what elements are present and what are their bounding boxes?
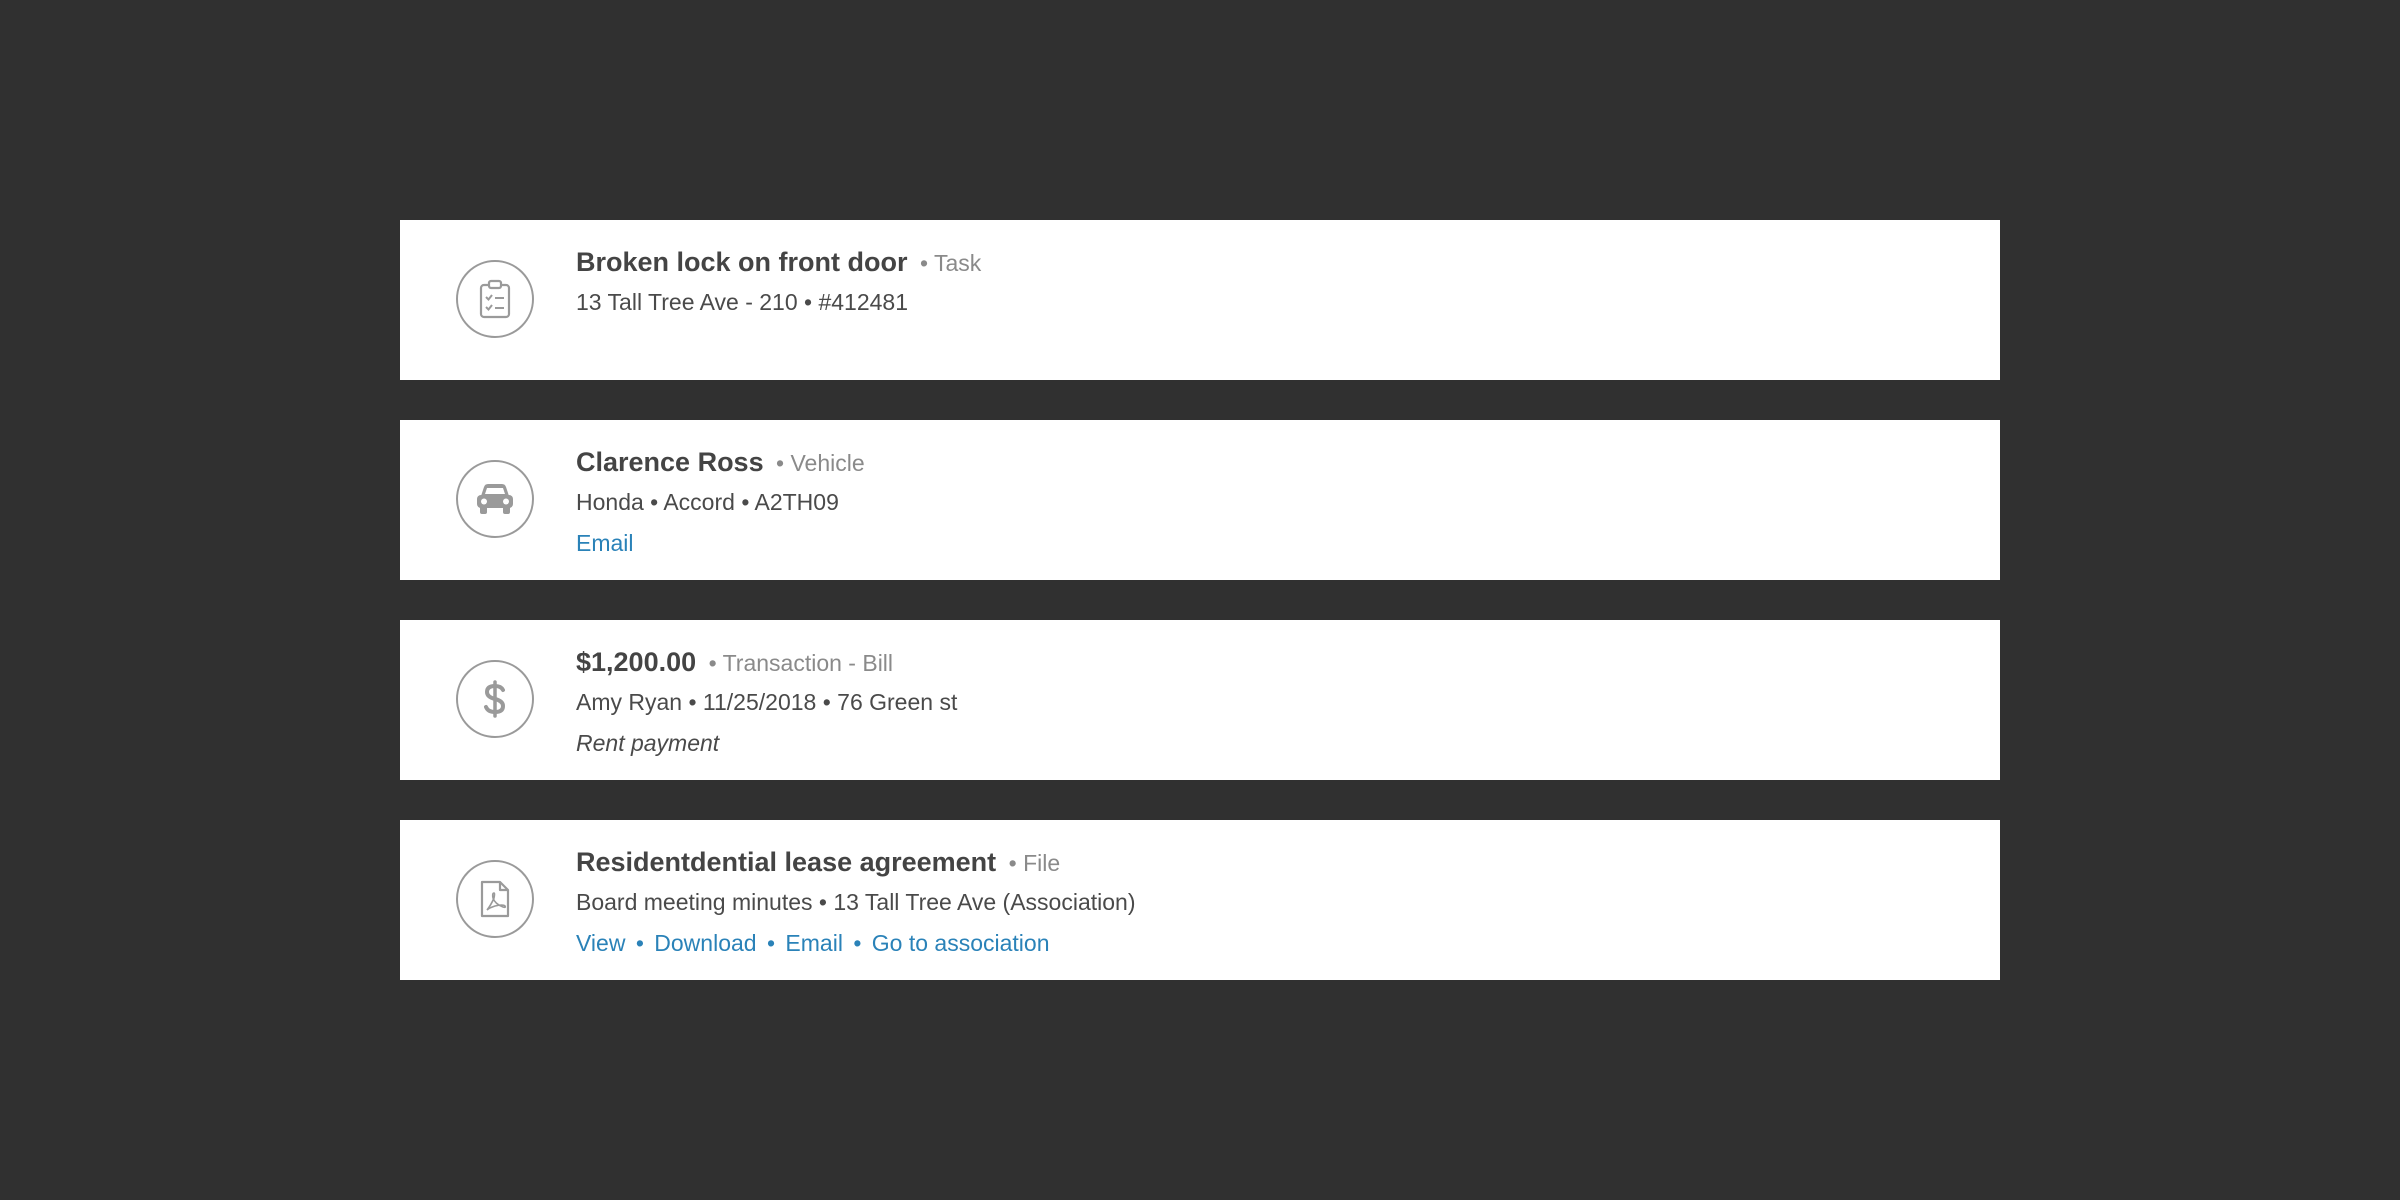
link-separator: • — [635, 930, 644, 956]
view-link[interactable]: View — [576, 930, 625, 956]
clipboard-icon — [456, 260, 534, 338]
link-separator: • — [853, 930, 862, 956]
result-card-file[interactable]: Residentdential lease agreement • File B… — [400, 820, 2000, 980]
result-card-vehicle[interactable]: Clarence Ross • Vehicle Honda • Accord •… — [400, 420, 2000, 580]
result-title[interactable]: Broken lock on front door — [576, 247, 908, 277]
result-actions: Email — [576, 522, 1960, 564]
result-detail: 13 Tall Tree Ave - 210 • #412481 — [576, 289, 909, 315]
result-content: $1,200.00 • Transaction - Bill Amy Ryan … — [576, 642, 1960, 764]
result-type: • Transaction - Bill — [708, 650, 894, 676]
link-separator: • — [766, 930, 776, 956]
email-link[interactable]: Email — [576, 530, 634, 556]
email-link[interactable]: Email — [785, 930, 843, 956]
result-type: • Task — [919, 250, 982, 276]
result-title-line: Residentdential lease agreement • File — [576, 842, 1960, 882]
result-title-line: $1,200.00 • Transaction - Bill — [576, 642, 1960, 682]
download-link[interactable]: Download — [654, 930, 756, 956]
result-type: • Vehicle — [776, 450, 865, 476]
car-icon — [456, 460, 534, 538]
result-type: • File — [1008, 850, 1061, 876]
result-title[interactable]: $1,200.00 — [576, 647, 696, 677]
search-results-list: Broken lock on front door • Task 13 Tall… — [400, 220, 2000, 1020]
result-title[interactable]: Residentdential lease agreement — [576, 847, 996, 877]
result-title-line: Clarence Ross • Vehicle — [576, 442, 1960, 482]
result-card-task[interactable]: Broken lock on front door • Task 13 Tall… — [400, 220, 2000, 380]
dollar-icon — [456, 660, 534, 738]
result-content: Residentdential lease agreement • File B… — [576, 842, 1960, 964]
result-detail: Board meeting minutes • 13 Tall Tree Ave… — [576, 889, 1136, 915]
pdf-file-icon — [456, 860, 534, 938]
go-to-association-link[interactable]: Go to association — [872, 930, 1050, 956]
result-note: Rent payment — [576, 730, 720, 756]
result-content: Broken lock on front door • Task 13 Tall… — [576, 242, 1960, 322]
result-title-line: Broken lock on front door • Task — [576, 242, 1960, 282]
result-detail: Amy Ryan • 11/25/2018 • 76 Green st — [576, 689, 958, 715]
result-card-transaction[interactable]: $1,200.00 • Transaction - Bill Amy Ryan … — [400, 620, 2000, 780]
result-title[interactable]: Clarence Ross — [576, 447, 764, 477]
result-detail: Honda • Accord • A2TH09 — [576, 489, 839, 515]
result-content: Clarence Ross • Vehicle Honda • Accord •… — [576, 442, 1960, 564]
result-actions: View • Download • Email • Go to associat… — [576, 922, 1960, 964]
